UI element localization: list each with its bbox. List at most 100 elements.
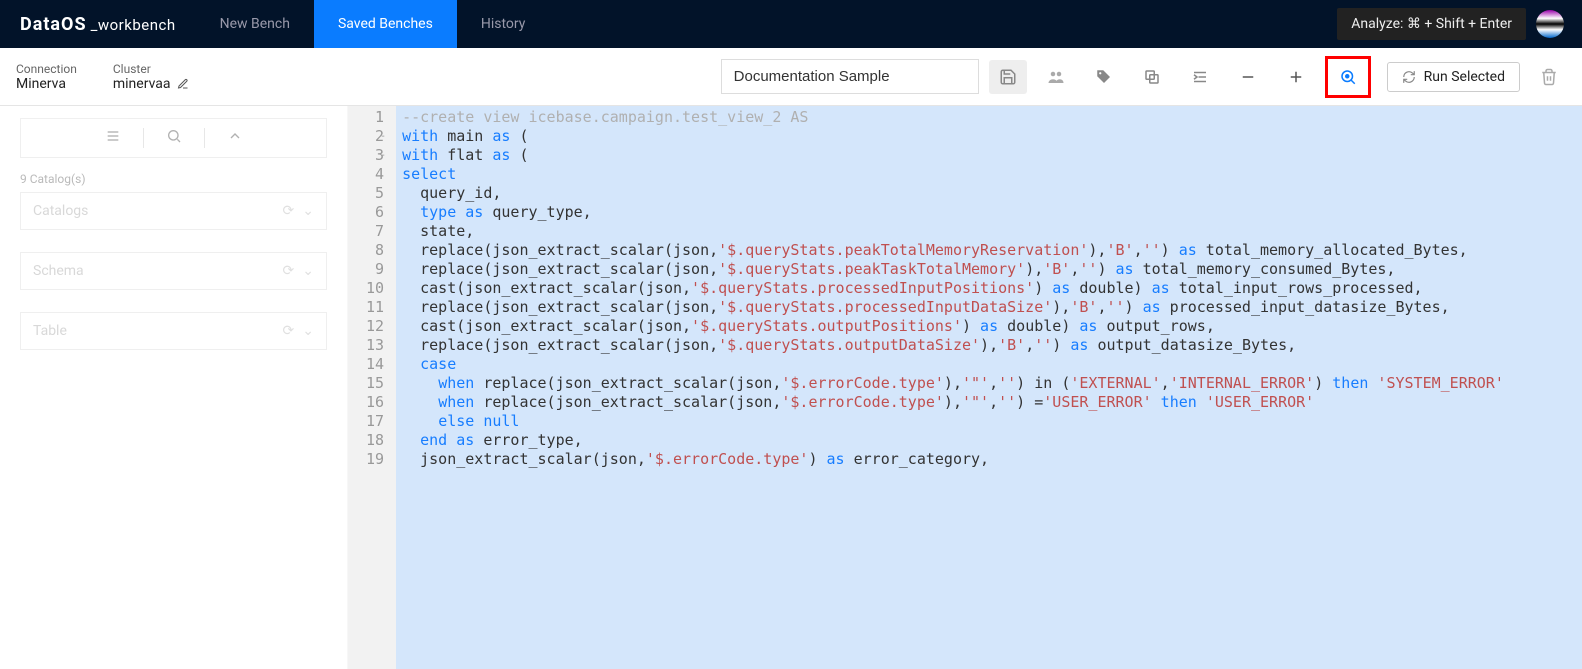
line-number: 10 — [366, 279, 384, 298]
code-line[interactable]: replace(json_extract_scalar(json,'$.quer… — [402, 260, 1504, 279]
code-line[interactable]: with main as ( — [402, 127, 1504, 146]
code-line[interactable]: else null — [402, 412, 1504, 431]
tab-new-bench[interactable]: New Bench — [196, 0, 314, 48]
tag-icon — [1095, 68, 1113, 86]
line-number: 5 — [366, 184, 384, 203]
tab-saved-benches[interactable]: Saved Benches — [314, 0, 457, 48]
copy-icon — [1143, 68, 1161, 86]
cluster-label: Cluster — [113, 62, 189, 76]
search-icon[interactable] — [166, 128, 182, 148]
analyze-icon — [1339, 68, 1357, 86]
code-line[interactable]: json_extract_scalar(json,'$.errorCode.ty… — [402, 450, 1504, 469]
code-line[interactable]: replace(json_extract_scalar(json,'$.quer… — [402, 336, 1504, 355]
line-number: 16 — [366, 393, 384, 412]
table-select[interactable]: Table ⟳ ⌄ — [20, 312, 327, 350]
save-button[interactable] — [989, 60, 1027, 94]
code-line[interactable]: --create view icebase.campaign.test_view… — [402, 108, 1504, 127]
line-number: 17 — [366, 412, 384, 431]
main-tabs: New Bench Saved Benches History — [196, 0, 550, 48]
cluster-block: Cluster minervaa — [113, 62, 189, 92]
bench-title-input[interactable] — [721, 59, 979, 94]
refresh-icon[interactable]: ⟳ — [283, 203, 295, 219]
refresh-icon — [1402, 70, 1416, 84]
code-line[interactable]: state, — [402, 222, 1504, 241]
line-number: 19 — [366, 450, 384, 469]
code-line[interactable]: case — [402, 355, 1504, 374]
indent-icon — [1191, 68, 1209, 86]
zoom-out-button[interactable] — [1229, 60, 1267, 94]
code-area[interactable]: --create view icebase.campaign.test_view… — [396, 106, 1510, 669]
line-number: 13 — [366, 336, 384, 355]
cluster-value[interactable]: minervaa — [113, 76, 189, 92]
top-nav: DataOS _workbench New Bench Saved Benche… — [0, 0, 1582, 48]
share-button[interactable] — [1037, 60, 1075, 94]
separator — [143, 128, 144, 148]
edit-icon[interactable] — [177, 78, 189, 90]
line-number: 15 — [366, 374, 384, 393]
line-number: 7 — [366, 222, 384, 241]
cluster-value-text: minervaa — [113, 76, 171, 92]
code-line[interactable]: type as query_type, — [402, 203, 1504, 222]
code-line[interactable]: query_id, — [402, 184, 1504, 203]
sql-editor[interactable]: 12345678910111213141516171819 --create v… — [348, 106, 1582, 669]
user-avatar[interactable] — [1536, 10, 1564, 38]
sidebar-tools — [20, 118, 327, 158]
minus-icon — [1239, 68, 1257, 86]
code-line[interactable]: replace(json_extract_scalar(json,'$.quer… — [402, 298, 1504, 317]
format-button[interactable] — [1181, 60, 1219, 94]
refresh-icon[interactable]: ⟳ — [283, 323, 295, 339]
connection-label: Connection — [16, 62, 77, 76]
trash-icon — [1540, 68, 1558, 86]
bench-toolbar: Connection Minerva Cluster minervaa Run … — [0, 48, 1582, 106]
brand-logo: DataOS _workbench — [0, 14, 196, 35]
refresh-icon[interactable]: ⟳ — [283, 263, 295, 279]
code-line[interactable]: when replace(json_extract_scalar(json,'$… — [402, 374, 1504, 393]
code-line[interactable]: with flat as ( — [402, 146, 1504, 165]
catalogs-placeholder: Catalogs — [33, 203, 88, 219]
line-number: 18 — [366, 431, 384, 450]
code-line[interactable]: when replace(json_extract_scalar(json,'$… — [402, 393, 1504, 412]
run-selected-button[interactable]: Run Selected — [1387, 62, 1520, 92]
analyze-highlight-box — [1325, 56, 1371, 98]
users-icon — [1047, 68, 1065, 86]
delete-button[interactable] — [1530, 60, 1568, 94]
connection-block: Connection Minerva — [16, 62, 77, 92]
code-line[interactable]: cast(json_extract_scalar(json,'$.querySt… — [402, 279, 1504, 298]
line-number: 3 — [366, 146, 384, 165]
catalog-count: 9 Catalog(s) — [20, 172, 327, 186]
line-number: 6 — [366, 203, 384, 222]
collapse-icon[interactable] — [227, 128, 243, 148]
tag-button[interactable] — [1085, 60, 1123, 94]
separator — [204, 128, 205, 148]
analyze-tooltip: Analyze: ⌘ + Shift + Enter — [1337, 8, 1526, 40]
line-number: 1 — [366, 108, 384, 127]
code-line[interactable]: replace(json_extract_scalar(json,'$.quer… — [402, 241, 1504, 260]
catalogs-select[interactable]: Catalogs ⟳ ⌄ — [20, 192, 327, 230]
connection-value[interactable]: Minerva — [16, 76, 77, 92]
analyze-button[interactable] — [1329, 60, 1367, 94]
code-line[interactable]: cast(json_extract_scalar(json,'$.querySt… — [402, 317, 1504, 336]
line-number: 14 — [366, 355, 384, 374]
copy-button[interactable] — [1133, 60, 1171, 94]
main-area: 9 Catalog(s) Catalogs ⟳⌄ Schema ⟳⌄ Table… — [0, 106, 1582, 669]
brand-sub: _workbench — [91, 16, 176, 34]
brand-name: DataOS — [20, 14, 87, 35]
schema-placeholder: Schema — [33, 263, 84, 279]
save-icon — [999, 68, 1017, 86]
menu-icon[interactable] — [105, 128, 121, 148]
chevron-down-icon: ⌄ — [302, 323, 314, 339]
line-number: 2 — [366, 127, 384, 146]
tab-history[interactable]: History — [457, 0, 550, 48]
line-number: 11 — [366, 298, 384, 317]
code-line[interactable]: select — [402, 165, 1504, 184]
table-placeholder: Table — [33, 323, 67, 339]
zoom-in-button[interactable] — [1277, 60, 1315, 94]
run-selected-label: Run Selected — [1424, 69, 1505, 85]
line-number: 9 — [366, 260, 384, 279]
line-number: 4 — [366, 165, 384, 184]
line-gutter: 12345678910111213141516171819 — [348, 106, 396, 669]
chevron-down-icon: ⌄ — [302, 203, 314, 219]
code-line[interactable]: end as error_type, — [402, 431, 1504, 450]
schema-select[interactable]: Schema ⟳⌄ — [20, 252, 327, 290]
catalog-sidebar: 9 Catalog(s) Catalogs ⟳⌄ Schema ⟳⌄ Table… — [0, 106, 348, 669]
